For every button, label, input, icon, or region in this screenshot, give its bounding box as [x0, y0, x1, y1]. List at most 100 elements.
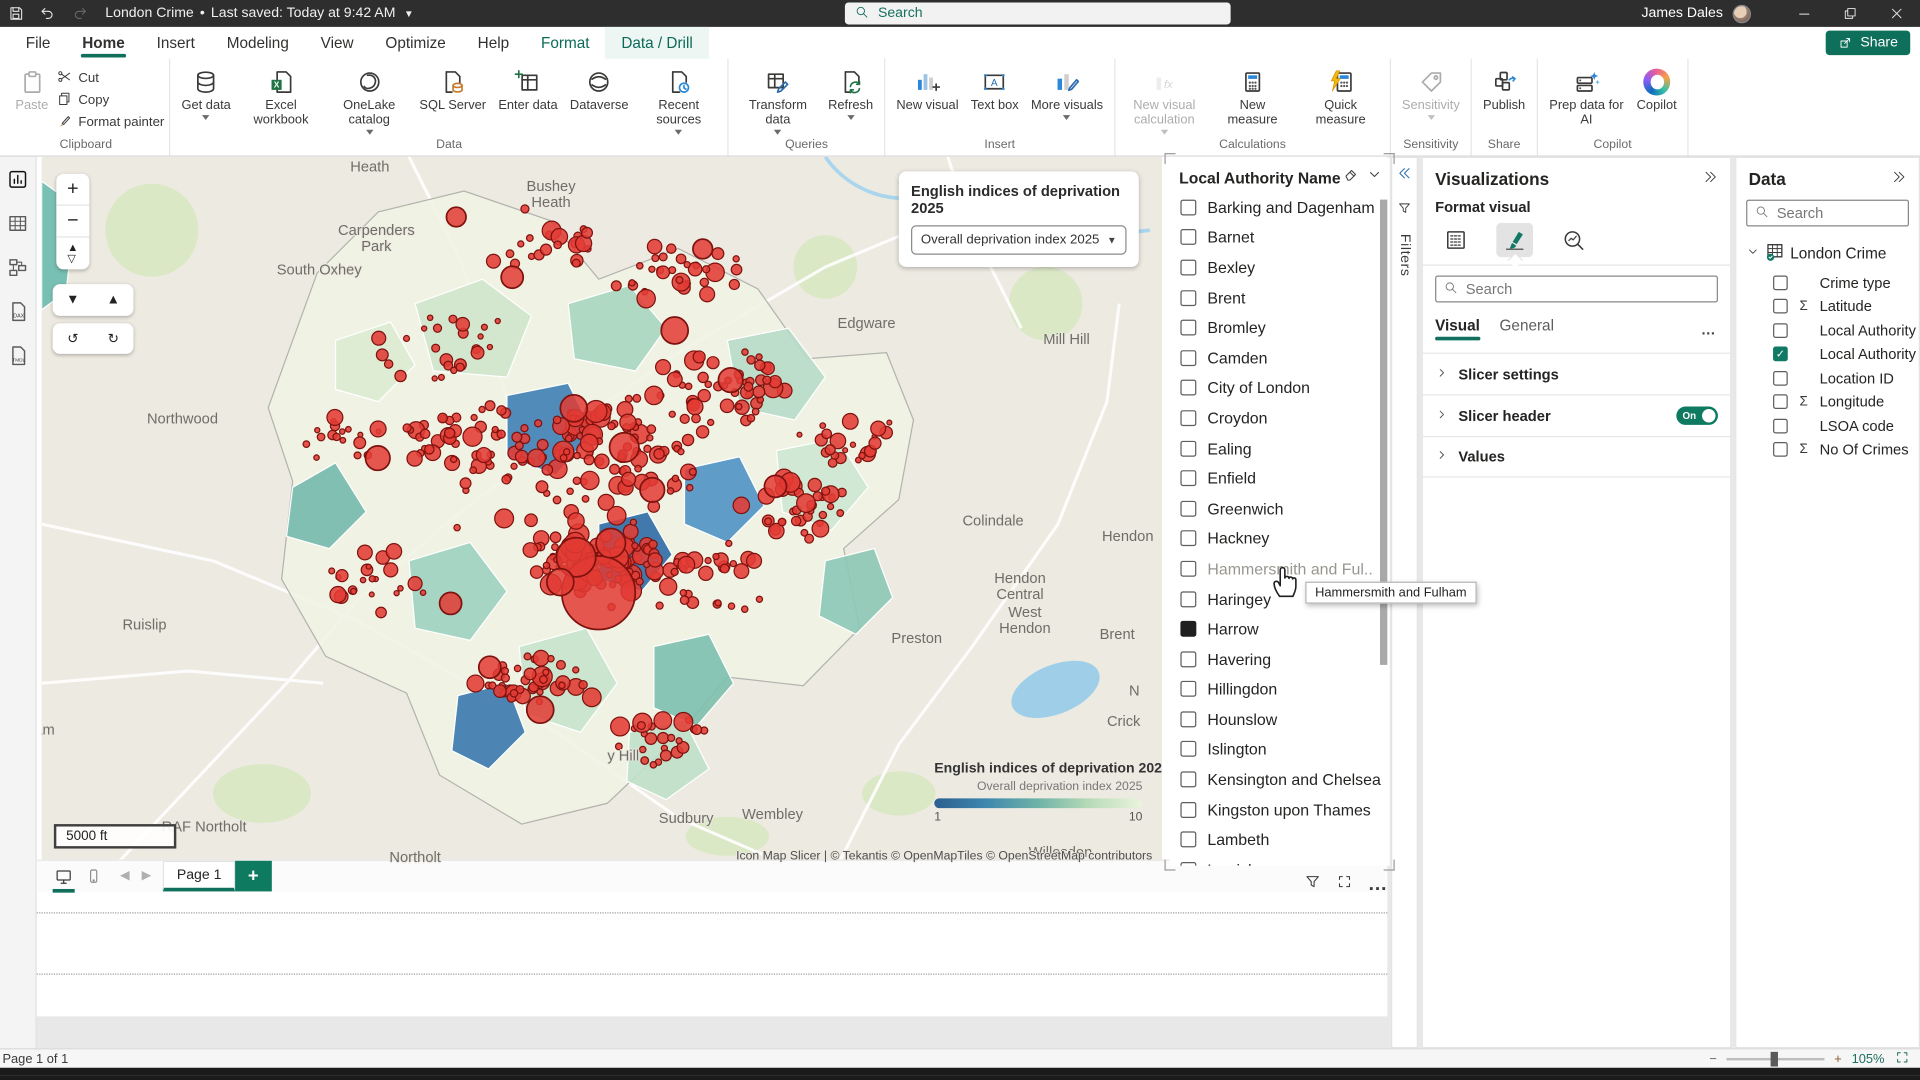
- checkbox[interactable]: [1773, 299, 1788, 314]
- get-data-button[interactable]: Get data: [175, 62, 237, 122]
- map-visual[interactable]: HeathBushey HeathCarpenders ParkSouth Ox…: [42, 157, 1162, 866]
- report-view-icon[interactable]: [4, 165, 31, 192]
- checkbox[interactable]: [1180, 711, 1196, 727]
- document-title[interactable]: London Crime • Last saved: Today at 9:42…: [105, 6, 413, 21]
- checkbox[interactable]: [1180, 802, 1196, 818]
- ribbon-tab-view[interactable]: View: [305, 27, 370, 59]
- slicer-item-barnet[interactable]: Barnet: [1169, 222, 1389, 252]
- slicer-item-ealing[interactable]: Ealing: [1169, 433, 1389, 463]
- ribbon-tab-data-drill[interactable]: Data / Drill: [605, 27, 708, 59]
- slicer-item-city-of-london[interactable]: City of London: [1169, 373, 1389, 403]
- checkbox[interactable]: [1773, 442, 1788, 457]
- checkbox[interactable]: [1180, 410, 1196, 426]
- field-longitude[interactable]: ΣLongitude: [1736, 390, 1918, 414]
- field-latitude[interactable]: ΣLatitude: [1736, 294, 1918, 318]
- title-caret-icon[interactable]: ▼: [404, 8, 414, 19]
- checkbox[interactable]: [1180, 772, 1196, 788]
- format-tab-general[interactable]: General: [1500, 317, 1554, 340]
- publish-button[interactable]: Publish: [1477, 62, 1531, 115]
- format-tab-visual[interactable]: Visual: [1435, 317, 1480, 340]
- zoom-percentage[interactable]: 105%: [1852, 1051, 1885, 1066]
- field-local-authority-[interactable]: Local Authority ...: [1736, 318, 1918, 342]
- more-options-icon[interactable]: …: [1701, 320, 1718, 337]
- slicer-item-lambeth[interactable]: Lambeth: [1169, 825, 1389, 855]
- checkbox[interactable]: [1180, 531, 1196, 547]
- expand-filters-icon[interactable]: [1397, 165, 1413, 187]
- ribbon-tab-format[interactable]: Format: [525, 27, 605, 59]
- slicer-item-brent[interactable]: Brent: [1169, 283, 1389, 313]
- copilot-button[interactable]: Copilot: [1631, 62, 1683, 115]
- slicer-item-camden[interactable]: Camden: [1169, 343, 1389, 373]
- recent-sources-button[interactable]: Recent sources: [635, 62, 723, 137]
- checkbox[interactable]: [1180, 500, 1196, 516]
- field-location-id[interactable]: Location ID: [1736, 366, 1918, 390]
- focus-mode-icon[interactable]: [1336, 873, 1353, 896]
- checkbox[interactable]: [1180, 199, 1196, 215]
- checkbox[interactable]: [1773, 395, 1788, 410]
- checkbox[interactable]: [1180, 741, 1196, 757]
- field-crime-type[interactable]: Crime type: [1736, 271, 1918, 295]
- desktop-layout-icon[interactable]: [49, 861, 78, 890]
- titlebar-search[interactable]: Search: [845, 2, 1231, 24]
- dax-query-view-icon[interactable]: DAX: [4, 298, 31, 325]
- more-visuals-button[interactable]: More visuals: [1025, 62, 1109, 122]
- mobile-layout-icon[interactable]: [78, 861, 107, 890]
- build-visual-tab-icon[interactable]: [1438, 223, 1475, 257]
- slicer-item-havering[interactable]: Havering: [1169, 644, 1389, 674]
- ribbon-tab-optimize[interactable]: Optimize: [370, 27, 462, 59]
- slicer-chevron-icon[interactable]: [1367, 167, 1383, 189]
- rotate-ccw-button[interactable]: ↺: [67, 331, 78, 347]
- field-no-of-crimes[interactable]: ΣNo Of Crimes: [1736, 438, 1918, 462]
- checkbox[interactable]: [1773, 371, 1788, 386]
- next-page-arrow-icon[interactable]: ▶: [142, 869, 151, 882]
- add-page-button[interactable]: +: [235, 861, 272, 892]
- dataverse-button[interactable]: Dataverse: [564, 62, 635, 115]
- share-button[interactable]: Share: [1826, 31, 1910, 55]
- data-search-input[interactable]: Search: [1746, 200, 1909, 227]
- format-section-values[interactable]: Values: [1423, 436, 1730, 478]
- rotate-cw-button[interactable]: ↻: [108, 331, 119, 347]
- field-lsoa-code[interactable]: LSOA code: [1736, 414, 1918, 438]
- table-node-london-crime[interactable]: London Crime: [1736, 227, 1918, 266]
- cut-button[interactable]: Cut: [56, 67, 164, 88]
- checkbox[interactable]: [1180, 591, 1196, 607]
- slicer-item-croydon[interactable]: Croydon: [1169, 403, 1389, 433]
- transform-data-button[interactable]: Transform data: [734, 62, 822, 137]
- ribbon-tab-home[interactable]: Home: [66, 27, 140, 59]
- prev-page-arrow-icon[interactable]: ◀: [120, 869, 129, 882]
- slicer-item-hounslow[interactable]: Hounslow: [1169, 704, 1389, 734]
- checkbox[interactable]: ✓: [1773, 347, 1788, 362]
- slicer-item-harrow[interactable]: Harrow: [1169, 614, 1389, 644]
- enter-data-button[interactable]: Enter data: [492, 62, 564, 115]
- new-measure-button[interactable]: New measure: [1208, 62, 1296, 129]
- checkbox[interactable]: [1180, 380, 1196, 396]
- tmdl-view-icon[interactable]: TMDL: [4, 342, 31, 369]
- user-name[interactable]: James Dales: [1641, 6, 1722, 21]
- checkbox[interactable]: [1180, 229, 1196, 245]
- slicer-item-kensington-and-chelsea[interactable]: Kensington and Chelsea: [1169, 764, 1389, 794]
- copy-button[interactable]: Copy: [56, 89, 164, 110]
- checkbox[interactable]: [1773, 323, 1788, 338]
- field-local-authority-[interactable]: ✓Local Authority ...: [1736, 342, 1918, 366]
- checkbox[interactable]: [1180, 561, 1196, 577]
- format-painter-button[interactable]: Format painter: [56, 111, 164, 132]
- format-section-slicer-settings[interactable]: Slicer settings: [1423, 353, 1730, 395]
- checkbox[interactable]: [1180, 320, 1196, 336]
- checkbox[interactable]: [1180, 651, 1196, 667]
- checkbox[interactable]: [1180, 621, 1196, 637]
- filter-icon[interactable]: [1304, 873, 1321, 896]
- checkbox[interactable]: [1180, 470, 1196, 486]
- chevron-down-icon[interactable]: [1746, 245, 1759, 262]
- checkbox[interactable]: [1180, 350, 1196, 366]
- slicer-header-toggle[interactable]: On: [1676, 407, 1718, 425]
- undo-icon[interactable]: [32, 0, 64, 27]
- more-options-icon[interactable]: …: [1368, 874, 1390, 896]
- format-section-slicer-header[interactable]: Slicer headerOn: [1423, 394, 1730, 436]
- onelake-catalog-button[interactable]: OneLake catalog: [325, 62, 413, 137]
- slicer-item-barking-and-dagenham[interactable]: Barking and Dagenham: [1169, 192, 1389, 222]
- zoom-in-button[interactable]: +: [1834, 1051, 1842, 1066]
- slicer-item-greenwich[interactable]: Greenwich: [1169, 493, 1389, 523]
- sql-server-button[interactable]: SQL Server: [413, 62, 492, 115]
- tilt-up-button[interactable]: ▲: [107, 293, 120, 308]
- excel-workbook-button[interactable]: XExcel workbook: [237, 62, 325, 129]
